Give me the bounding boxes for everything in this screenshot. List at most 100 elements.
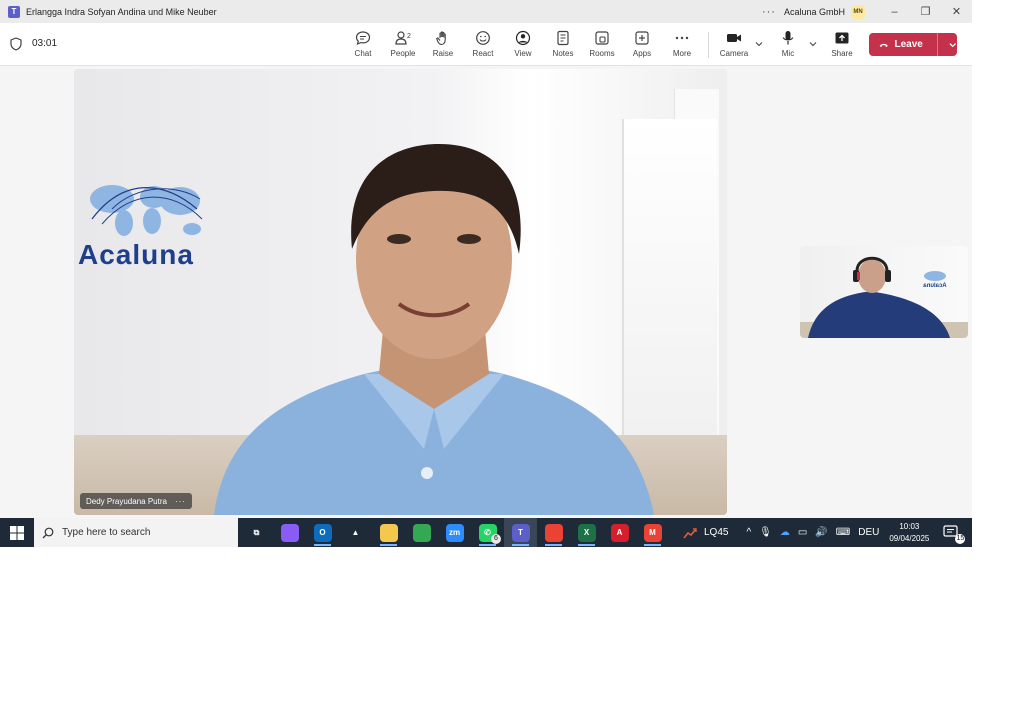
rooms-button[interactable]: Rooms	[582, 28, 622, 62]
share-icon	[835, 32, 849, 44]
search-placeholder: Type here to search	[62, 527, 151, 538]
raise-label: Raise	[432, 49, 454, 58]
people-icon: 2	[395, 31, 411, 45]
shield-icon	[10, 37, 22, 51]
notification-center-button[interactable]: 15	[943, 523, 966, 544]
self-view-video	[808, 256, 950, 338]
taskbar-app-file-explorer[interactable]	[372, 518, 405, 547]
taskbar-search-box[interactable]: Type here to search	[34, 518, 238, 547]
avatar[interactable]: MN	[851, 4, 865, 19]
taskbar-app-chrome-gmail[interactable]: M	[636, 518, 669, 547]
camera-icon	[727, 34, 741, 42]
more-icon	[675, 36, 689, 40]
close-button[interactable]: ✕	[941, 0, 972, 23]
stock-chart-icon	[683, 527, 697, 538]
mic-button[interactable]: Mic	[768, 28, 808, 62]
raise-hand-button[interactable]: Raise	[423, 28, 463, 62]
taskbar-app-azure-devops[interactable]: ▲	[339, 518, 372, 547]
notes-label: Notes	[552, 49, 574, 58]
network-icon[interactable]: ▭	[798, 527, 807, 538]
main-video-tile[interactable]: Acaluna Dedy Prayudana Putra ···	[74, 69, 727, 515]
chrome-icon	[412, 523, 431, 542]
stock-widget[interactable]: LQ45	[683, 526, 728, 540]
leave-options-chevron-down-icon[interactable]	[948, 40, 957, 50]
start-button[interactable]	[0, 518, 34, 547]
react-label: React	[472, 49, 494, 58]
acrobat-icon: A	[610, 523, 629, 542]
participant-name: Dedy Prayudana Putra	[86, 496, 167, 506]
taskbar-app-task-view[interactable]: ⧉	[240, 518, 273, 547]
more-options-icon[interactable]: ···	[762, 6, 776, 18]
window-title: Erlangga Indra Sofyan Andina und Mike Ne…	[26, 6, 217, 17]
raise-hand-icon	[436, 31, 446, 46]
taskbar-app-outlook[interactable]: O	[306, 518, 339, 547]
copilot-icon	[280, 523, 299, 542]
teams-icon: T	[511, 523, 530, 542]
notes-button[interactable]: Notes	[543, 28, 583, 62]
camera-button[interactable]: Camera	[714, 28, 754, 62]
camera-label: Camera	[719, 49, 749, 58]
clock-time: 10:03	[899, 521, 920, 531]
task-view-icon: ⧉	[247, 523, 266, 542]
windows-logo-icon	[10, 525, 24, 540]
notification-count: 15	[955, 533, 966, 544]
microphone-tray-icon[interactable]: 🎙	[759, 527, 772, 538]
taskbar-app-acrobat[interactable]: A	[603, 518, 636, 547]
organization-name[interactable]: Acaluna GmbH	[784, 7, 845, 17]
more-button[interactable]: More	[662, 28, 702, 62]
microphone-icon	[782, 31, 794, 45]
windows-taskbar: Type here to search ⧉ O ▲ zm ✆ 6 T X A M LQ45 ^ 🎙…	[0, 518, 972, 547]
chrome-gmail-icon: M	[643, 523, 662, 542]
leave-button[interactable]: Leave	[869, 33, 957, 56]
whatsapp-badge: 6	[491, 534, 501, 544]
people-button[interactable]: 2 People	[383, 28, 423, 62]
notes-icon	[557, 30, 569, 46]
camera-options-chevron-down-icon[interactable]	[754, 39, 764, 49]
chat-label: Chat	[354, 49, 372, 58]
onedrive-cloud-icon[interactable]: ☁	[780, 527, 790, 538]
volume-icon[interactable]: 🔊	[815, 527, 827, 538]
share-button[interactable]: Share	[822, 28, 862, 62]
chat-icon	[355, 31, 371, 46]
taskbar-app-chrome[interactable]	[405, 518, 438, 547]
restore-button[interactable]: ❐	[910, 0, 941, 23]
leave-label: Leave	[894, 39, 923, 50]
taskbar-app-teams[interactable]: T	[504, 518, 537, 547]
zoom-icon: zm	[445, 523, 464, 542]
apps-button[interactable]: Apps	[622, 28, 662, 62]
minimize-button[interactable]: –	[879, 0, 910, 23]
taskbar-app-zoom[interactable]: zm	[438, 518, 471, 547]
react-icon	[476, 31, 490, 45]
input-method-icon[interactable]: ⌨	[836, 527, 850, 538]
people-label: People	[390, 49, 416, 58]
more-label: More	[672, 49, 692, 58]
taskbar-apps: ⧉ O ▲ zm ✆ 6 T X A M	[240, 518, 669, 547]
taskbar-app-whatsapp[interactable]: ✆ 6	[471, 518, 504, 547]
language-indicator[interactable]: DEU	[858, 527, 879, 538]
mic-options-chevron-down-icon[interactable]	[808, 39, 818, 49]
show-hidden-icons-chevron-up-icon[interactable]: ^	[746, 527, 751, 538]
meeting-timer: 03:01	[32, 38, 58, 49]
toolbar-divider	[708, 32, 709, 58]
azure-devops-icon: ▲	[346, 523, 365, 542]
self-view-tile[interactable]: Acaluna	[800, 246, 968, 338]
stock-label: LQ45	[704, 527, 729, 538]
taskbar-app-chrome-profile[interactable]	[537, 518, 570, 547]
share-label: Share	[831, 49, 853, 58]
react-button[interactable]: React	[463, 28, 503, 62]
system-tray: ^ 🎙 ☁ ▭ 🔊 ⌨ DEU 10:03 09/04/2025 15	[742, 521, 966, 545]
clock-date: 09/04/2025	[889, 533, 930, 543]
participant-video	[214, 144, 654, 515]
participant-name-tag[interactable]: Dedy Prayudana Putra ···	[80, 493, 192, 509]
taskbar-app-copilot[interactable]	[273, 518, 306, 547]
view-button[interactable]: View	[503, 28, 543, 62]
teams-meeting-window: T Erlangga Indra Sofyan Andina und Mike …	[0, 0, 972, 518]
chrome-profile-icon	[544, 523, 563, 542]
participant-more-icon[interactable]: ···	[175, 497, 186, 506]
taskbar-clock[interactable]: 10:03 09/04/2025	[889, 521, 929, 545]
apps-icon	[635, 31, 649, 45]
chat-button[interactable]: Chat	[343, 28, 383, 62]
mic-label: Mic	[781, 49, 795, 58]
taskbar-app-excel[interactable]: X	[570, 518, 603, 547]
meeting-toolbar: 03:01 Chat 2 People Raise React View Not…	[0, 23, 972, 66]
